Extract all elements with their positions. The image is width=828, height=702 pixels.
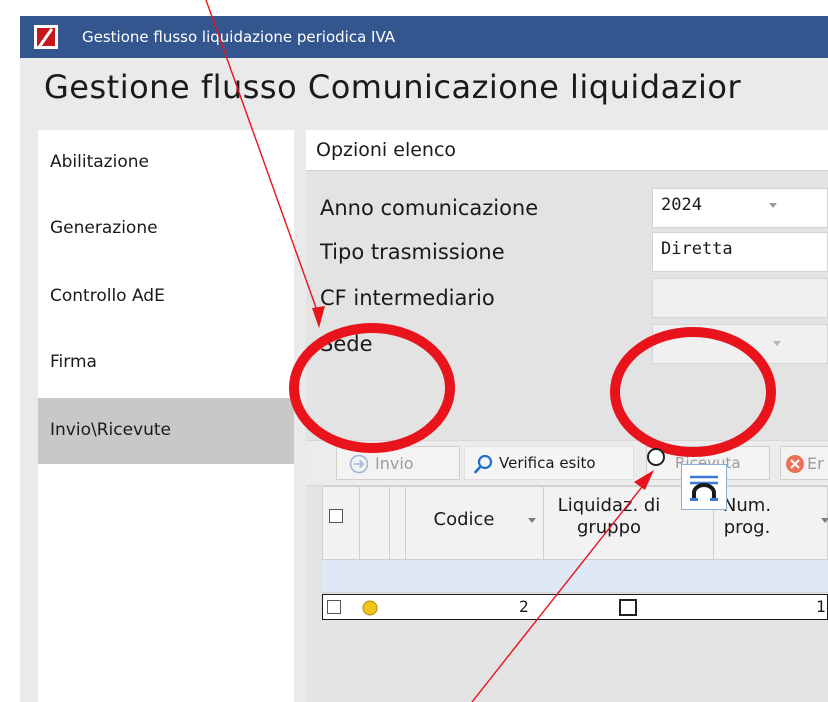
column-separator (543, 487, 544, 559)
chevron-down-icon (773, 341, 781, 346)
tooltip-icon (681, 464, 727, 510)
arrow-right-circle-icon (349, 454, 369, 474)
table-row[interactable]: 2 1 F (322, 594, 828, 620)
sidebar-item-label: Generazione (50, 218, 158, 238)
search-icon (474, 454, 493, 474)
next-toolbar-label: Er (807, 454, 824, 473)
row-checkbox[interactable] (327, 600, 341, 614)
window-titlebar: Gestione flusso liquidazione periodica I… (20, 16, 828, 58)
grid-empty-area (322, 620, 828, 702)
anno-label: Anno comunicazione (320, 196, 539, 220)
sede-label: Sede (320, 332, 373, 356)
next-toolbar-button[interactable]: Er (780, 446, 828, 480)
window-body: Gestione flusso Comunicazione liquidazio… (20, 58, 828, 702)
anno-value: 2024 (661, 195, 702, 215)
sidebar: Abilitazione Generazione Controllo AdE F… (38, 130, 294, 702)
window-title: Gestione flusso liquidazione periodica I… (82, 28, 396, 46)
liquidaz-gruppo-checkbox[interactable] (619, 599, 637, 616)
tipo-label: Tipo trasmissione (320, 240, 505, 264)
anno-select[interactable]: 2024 (652, 188, 828, 228)
select-all-checkbox[interactable] (329, 509, 343, 523)
grid-filter-row[interactable] (322, 560, 828, 593)
grid-toolbar: Invio Verifica esito Ricevuta Er (306, 440, 828, 486)
sidebar-item-label: Controllo AdE (50, 286, 165, 306)
sidebar-item-label: Invio\Ricevute (50, 420, 172, 440)
column-separator (359, 487, 360, 559)
sidebar-item-label: Firma (50, 352, 97, 372)
wrap-text-icon (690, 475, 718, 501)
chevron-down-icon (769, 203, 777, 208)
status-yellow-dot-icon (362, 600, 378, 616)
row-separator (351, 595, 361, 619)
tipo-field[interactable]: Diretta (652, 232, 828, 272)
page-title: Gestione flusso Comunicazione liquidazio… (44, 68, 742, 106)
sidebar-item-invio-ricevute[interactable]: Invio\Ricevute (38, 398, 294, 464)
column-separator (389, 487, 390, 559)
num-prog-cell: 1 (816, 597, 826, 616)
sidebar-item-controllo-ade[interactable]: Controllo AdE (38, 264, 294, 330)
column-separator (405, 487, 406, 559)
tipo-value: Diretta (661, 239, 733, 259)
sidebar-item-label: Abilitazione (50, 152, 149, 172)
main-panel: Opzioni elenco Anno comunicazione 2024 T… (306, 130, 828, 702)
app-logo-icon (34, 25, 58, 49)
sede-select[interactable] (652, 324, 828, 364)
sidebar-item-abilitazione[interactable]: Abilitazione (38, 130, 294, 196)
options-header-label: Opzioni elenco (316, 139, 457, 161)
verifica-esito-button[interactable]: Verifica esito (464, 446, 634, 480)
codice-cell: 2 (519, 597, 529, 616)
verifica-label: Verifica esito (499, 454, 596, 472)
error-x-icon (786, 455, 804, 473)
options-header[interactable]: Opzioni elenco (306, 130, 828, 171)
grid-header: Codice Liquidaz. di gruppo Num. prog. (322, 486, 828, 560)
sidebar-item-firma[interactable]: Firma (38, 330, 294, 396)
invio-label: Invio (375, 454, 414, 473)
liquidaz-column-header[interactable]: Liquidaz. di gruppo (549, 495, 669, 539)
cf-label: CF intermediario (320, 286, 495, 310)
sort-arrow-icon[interactable] (821, 518, 828, 523)
sidebar-item-generazione[interactable]: Generazione (38, 196, 294, 262)
codice-column-header[interactable]: Codice (409, 509, 519, 531)
invio-button[interactable]: Invio (336, 446, 460, 480)
cf-field[interactable] (652, 278, 828, 318)
sort-arrow-icon[interactable] (528, 518, 536, 523)
